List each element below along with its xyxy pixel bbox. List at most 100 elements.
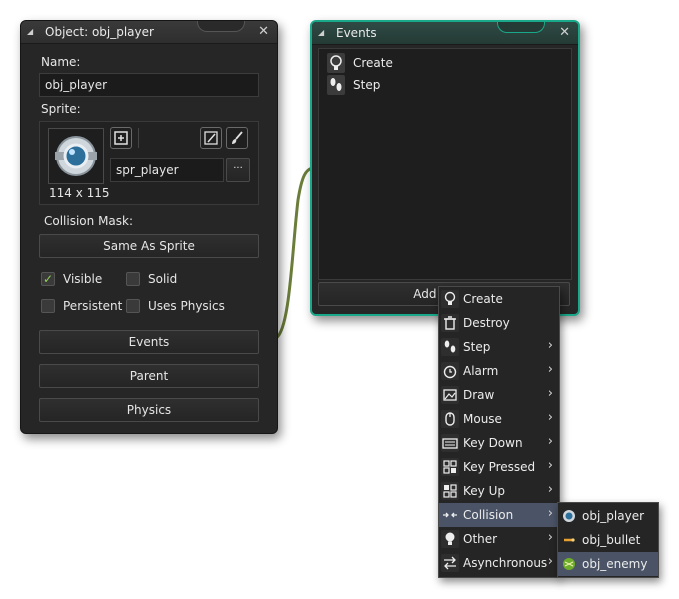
lightbulb-icon [327,53,345,73]
menu-item-destroy[interactable]: Destroy [439,311,559,335]
solid-label: Solid [148,272,178,286]
titlebar-notch [197,21,245,32]
events-button[interactable]: Events [39,330,259,354]
key-up-icon [441,482,459,500]
chevron-right-icon: › [547,530,553,545]
brush-icon [232,131,243,144]
menu-item-label: Collision [463,508,514,522]
menu-item-other[interactable]: Other › [439,527,559,551]
chevron-right-icon: › [547,434,553,449]
collision-mask-label: Collision Mask: [44,214,134,228]
parent-button[interactable]: Parent [39,364,259,388]
collision-mask-button[interactable]: Same As Sprite [39,234,259,258]
menu-item-alarm[interactable]: Alarm › [439,359,559,383]
submenu-item-label: obj_bullet [582,533,641,547]
menu-item-draw[interactable]: Draw › [439,383,559,407]
chevron-right-icon: › [547,338,553,353]
sprite-box: 114 x 115 spr_player ··· [39,121,259,205]
menu-item-label: Draw [463,388,495,402]
trash-icon [441,314,459,332]
menu-item-create[interactable]: Create [439,287,559,311]
collapse-triangle-icon[interactable]: ◢ [27,27,33,36]
sprite-thumbnail[interactable] [48,128,104,184]
sprite-preview-icon [55,136,97,176]
menu-item-mouse[interactable]: Mouse › [439,407,559,431]
bullet-sprite-icon [560,531,578,549]
visible-checkbox[interactable]: ✓ [41,272,55,286]
menu-item-label: Key Down [463,436,523,450]
alarm-clock-icon [441,362,459,380]
keyboard-icon [441,434,459,452]
menu-item-label: Alarm [463,364,499,378]
menu-item-key-down[interactable]: Key Down › [439,431,559,455]
submenu-item-label: obj_player [582,509,645,523]
mouse-icon [441,410,459,428]
close-icon[interactable]: ✕ [258,24,269,39]
submenu-item-obj-bullet[interactable]: obj_bullet [558,528,658,552]
lightbulb-icon [441,290,459,308]
uses-physics-label: Uses Physics [148,299,225,313]
menu-item-label: Destroy [463,316,510,330]
player-sprite-icon [560,507,578,525]
close-icon[interactable]: ✕ [559,25,570,40]
footsteps-icon [441,338,459,356]
sprite-name-field[interactable]: spr_player [110,158,224,182]
sprite-menu-button[interactable]: ··· [226,158,250,182]
chevron-right-icon: › [547,554,553,569]
chevron-right-icon: › [547,458,553,473]
menu-item-key-pressed[interactable]: Key Pressed › [439,455,559,479]
footsteps-icon [327,75,345,95]
key-pressed-icon [441,458,459,476]
collision-arrows-icon [441,506,459,524]
edit-sprite-button[interactable] [200,127,222,149]
toolbar-divider [138,128,139,148]
menu-item-label: Key Pressed [463,460,536,474]
chevron-right-icon: › [547,506,553,521]
menu-item-step[interactable]: Step › [439,335,559,359]
menu-item-label: Mouse [463,412,502,426]
event-item-label: Create [353,56,393,70]
name-label: Name: [41,55,81,69]
submenu-item-obj-player[interactable]: obj_player [558,504,658,528]
solid-checkbox[interactable] [126,272,140,286]
menu-item-label: Step [463,340,491,354]
menu-item-label: Key Up [463,484,505,498]
add-event-menu: Create Destroy Step › Alarm › Draw › Mou… [438,286,560,578]
submenu-item-label: obj_enemy [582,557,648,571]
event-item-label: Step [353,78,381,92]
swap-arrows-icon [441,554,459,572]
object-window-title: Object: obj_player [45,25,154,39]
chevron-right-icon: › [547,410,553,425]
menu-item-label: Asynchronous [463,556,548,570]
paint-sprite-button[interactable] [226,127,248,149]
persistent-checkbox[interactable] [41,299,55,313]
new-sprite-icon [114,131,128,145]
picture-icon [441,386,459,404]
menu-item-key-up[interactable]: Key Up › [439,479,559,503]
chevron-right-icon: › [547,362,553,377]
submenu-item-obj-enemy[interactable]: obj_enemy [558,552,658,576]
enemy-sprite-icon [560,555,578,573]
edit-image-icon [204,131,218,145]
events-window: ◢ Events ✕ Create Step Add Even [310,20,580,316]
sprite-size: 114 x 115 [49,186,110,200]
new-sprite-button[interactable] [110,127,132,149]
sprite-label: Sprite: [41,102,81,116]
uses-physics-checkbox[interactable] [126,299,140,313]
chevron-right-icon: › [547,386,553,401]
collapse-triangle-icon[interactable]: ◢ [318,28,324,37]
menu-item-asynchronous[interactable]: Asynchronous › [439,551,559,575]
titlebar-notch [497,22,545,33]
object-window-titlebar[interactable]: ◢ Object: obj_player ✕ [21,21,277,44]
event-list: Create Step [318,48,572,280]
events-window-titlebar[interactable]: ◢ Events ✕ [312,22,578,45]
lightbulb-icon [441,530,459,548]
chevron-right-icon: › [547,482,553,497]
physics-button[interactable]: Physics [39,398,259,422]
name-input[interactable]: obj_player [39,73,259,97]
visible-label: Visible [63,272,103,286]
events-window-title: Events [336,26,377,40]
menu-item-label: Other [463,532,498,546]
menu-item-collision[interactable]: Collision › [439,503,559,527]
persistent-label: Persistent [63,299,123,313]
